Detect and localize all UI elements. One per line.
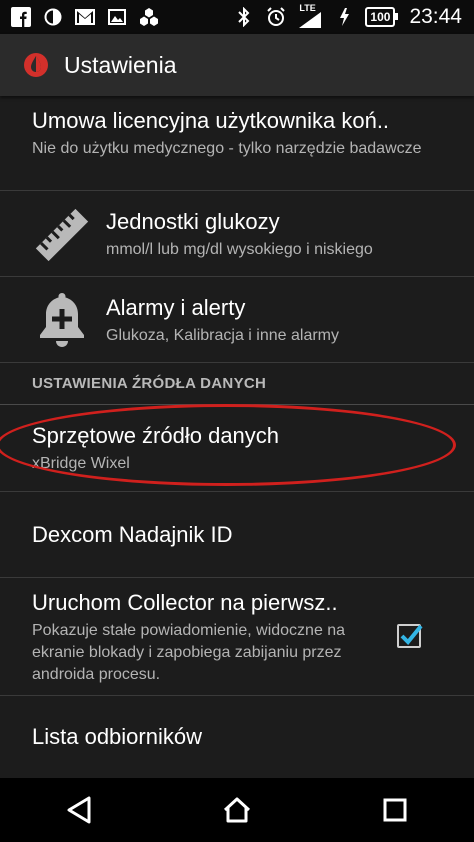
- run-collector-foreground-item[interactable]: Uruchom Collector na pierwsz.. Pokazuje …: [0, 578, 474, 694]
- alarms-alerts-item[interactable]: Alarmy i alerty Glukoza, Kalibracja i in…: [0, 277, 474, 361]
- app-bar: Ustawienia: [0, 34, 474, 96]
- hardware-source-summary: xBridge Wixel: [32, 455, 130, 472]
- system-icons: LTE 100 23:44: [233, 3, 462, 29]
- no-sim-icon: [333, 7, 355, 27]
- network-type: LTE: [299, 3, 316, 13]
- battery-level: 100: [370, 10, 391, 24]
- license-agreement-item[interactable]: Umowa licencyjna użytkownika koń.. Nie d…: [0, 96, 474, 188]
- home-icon: [223, 797, 251, 823]
- collector-title: Uruchom Collector na pierwsz..: [32, 590, 338, 615]
- glucose-units-summary: mmol/l lub mg/dl wysokiego i niskiego: [106, 241, 373, 258]
- signal-icon: LTE: [297, 3, 323, 28]
- back-icon: [67, 796, 91, 824]
- glucose-units-title: Jednostki glukozy: [106, 209, 280, 234]
- check-icon: [400, 624, 423, 645]
- receivers-title: Lista odbiorników: [32, 724, 202, 749]
- back-button[interactable]: [39, 778, 119, 842]
- receivers-list-item[interactable]: Lista odbiorników: [0, 696, 474, 778]
- image-icon: [106, 7, 128, 27]
- license-title: Umowa licencyjna użytkownika koń..: [32, 108, 390, 133]
- alarm-icon: [265, 7, 287, 27]
- contrast-icon: [42, 7, 64, 27]
- collector-summary: Pokazuje stałe powiadomienie, widoczne n…: [32, 622, 346, 683]
- hardware-data-source-item[interactable]: Sprzętowe źródło danych xBridge Wixel: [0, 405, 474, 489]
- dexcom-transmitter-id-item[interactable]: Dexcom Nadajnik ID: [0, 492, 474, 576]
- alarms-title: Alarmy i alerty: [106, 295, 246, 320]
- hexagons-icon: [138, 7, 160, 27]
- recents-button[interactable]: [355, 778, 435, 842]
- page-title: Ustawienia: [64, 51, 177, 78]
- ruler-icon: [32, 205, 92, 265]
- dexcom-id-title: Dexcom Nadajnik ID: [32, 522, 233, 547]
- facebook-icon: [10, 7, 32, 27]
- navigation-bar: [0, 778, 474, 842]
- collector-checkbox[interactable]: [397, 624, 423, 648]
- recents-icon: [383, 798, 407, 822]
- blood-drop-icon: [24, 53, 48, 77]
- divider: [0, 362, 474, 363]
- data-source-section-header: USTAWIENIA ŹRÓDŁA DANYCH: [32, 375, 267, 392]
- notification-icons: [10, 7, 160, 27]
- home-button[interactable]: [197, 778, 277, 842]
- clock: 23:44: [409, 5, 462, 28]
- alarms-summary: Glukoza, Kalibracja i inne alarmy: [106, 327, 339, 344]
- gmail-icon: [74, 7, 96, 27]
- status-bar: LTE 100 23:44: [0, 0, 474, 34]
- bluetooth-icon: [233, 7, 255, 27]
- glucose-units-item[interactable]: Jednostki glukozy mmol/l lub mg/dl wysok…: [0, 191, 474, 275]
- bell-plus-icon: [32, 291, 92, 349]
- battery-icon: 100: [365, 7, 399, 27]
- license-summary: Nie do użytku medycznego - tylko narzędz…: [32, 140, 422, 157]
- hardware-source-title: Sprzętowe źródło danych: [32, 423, 280, 448]
